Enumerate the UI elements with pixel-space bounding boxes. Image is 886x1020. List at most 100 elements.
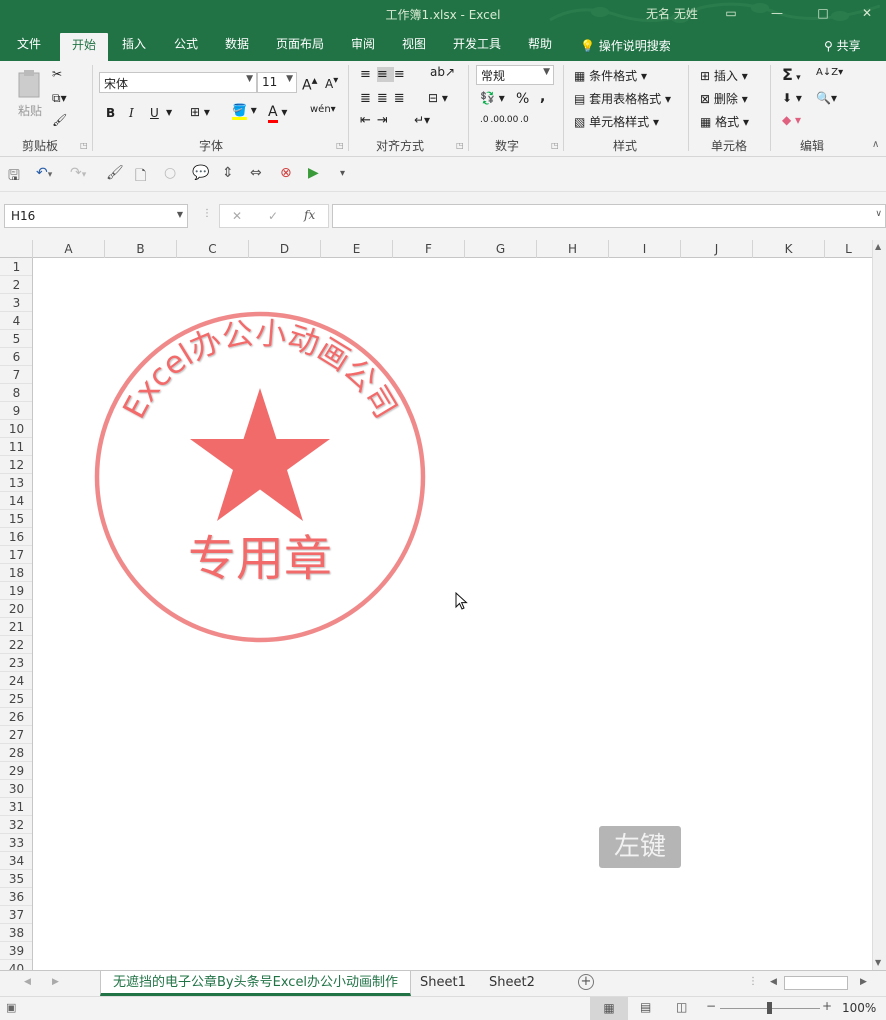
copy-icon[interactable]: ⧉▾ bbox=[52, 91, 67, 106]
row-header[interactable]: 8 bbox=[0, 384, 32, 402]
minimize-button[interactable]: — bbox=[766, 3, 788, 23]
sheet-tab-active[interactable]: 无遮挡的电子公章By头条号Excel办公小动画制作 bbox=[100, 971, 412, 996]
fill-color-button[interactable]: 🪣 ▾ bbox=[232, 103, 257, 120]
number-launcher-icon[interactable]: ◳ bbox=[551, 141, 559, 150]
row-header[interactable]: 17 bbox=[0, 546, 32, 564]
cancel-icon[interactable]: ✕ bbox=[232, 209, 242, 223]
comment-icon[interactable]: 💬 bbox=[192, 165, 209, 181]
font-name-combo[interactable]: 宋体 ▼ bbox=[99, 72, 257, 93]
orientation-icon[interactable]: ab↗ bbox=[430, 65, 455, 79]
column-header-j[interactable]: J bbox=[681, 240, 753, 258]
zoom-in-button[interactable]: + bbox=[822, 999, 832, 1013]
save-icon[interactable]: 🖫 bbox=[8, 165, 20, 189]
row-header[interactable]: 19 bbox=[0, 582, 32, 600]
row-header[interactable]: 18 bbox=[0, 564, 32, 582]
row-header[interactable]: 1 bbox=[0, 258, 32, 276]
column-header-a[interactable]: A bbox=[33, 240, 105, 258]
indent-icons[interactable]: ⇤⇥ bbox=[360, 113, 394, 128]
tab-data[interactable]: 数据 bbox=[217, 34, 257, 61]
decrease-decimal-button[interactable]: .00 .0 bbox=[504, 115, 529, 125]
worksheet-grid[interactable]: Excel办公小动画公司 专用章 bbox=[34, 258, 872, 970]
row-header[interactable]: 31 bbox=[0, 798, 32, 816]
row-header[interactable]: 35 bbox=[0, 870, 32, 888]
formula-input[interactable]: ∨ bbox=[332, 204, 886, 228]
expand-formula-icon[interactable]: ∨ bbox=[875, 209, 882, 219]
row-header[interactable]: 4 bbox=[0, 312, 32, 330]
user-name[interactable]: 无名 无姓 bbox=[646, 5, 698, 22]
row-header[interactable]: 12 bbox=[0, 456, 32, 474]
row-height-icon[interactable]: ⇕ bbox=[222, 165, 234, 181]
tab-page-layout[interactable]: 页面布局 bbox=[270, 34, 330, 61]
column-header-k[interactable]: K bbox=[753, 240, 825, 258]
new-sheet-button[interactable]: + bbox=[578, 974, 594, 990]
row-header[interactable]: 2 bbox=[0, 276, 32, 294]
row-header[interactable]: 21 bbox=[0, 618, 32, 636]
undo-icon[interactable]: ↶▾ bbox=[36, 165, 52, 181]
column-header-f[interactable]: F bbox=[393, 240, 465, 258]
row-header[interactable]: 7 bbox=[0, 366, 32, 384]
row-header[interactable]: 14 bbox=[0, 492, 32, 510]
font-size-combo[interactable]: 11 ▼ bbox=[257, 72, 297, 93]
horizontal-scrollbar-thumb[interactable] bbox=[784, 976, 848, 990]
wrap-text-icon[interactable]: ↵▾ bbox=[414, 113, 430, 127]
tab-review[interactable]: 审阅 bbox=[343, 34, 383, 61]
autosum-button[interactable]: Σ ▾ bbox=[782, 65, 801, 84]
insert-cells-button[interactable]: ⊞ 插入 ▾ bbox=[700, 67, 748, 84]
cut-icon[interactable]: ✂ bbox=[52, 67, 62, 81]
clear-icon[interactable]: ◆ ▾ bbox=[782, 113, 801, 127]
select-all-corner[interactable] bbox=[0, 240, 33, 258]
sheet-tab-sheet2[interactable]: Sheet2 bbox=[477, 971, 547, 996]
format-as-table-button[interactable]: ▤ 套用表格格式 ▾ bbox=[574, 90, 671, 107]
row-header[interactable]: 28 bbox=[0, 744, 32, 762]
row-header[interactable]: 10 bbox=[0, 420, 32, 438]
font-color-button[interactable]: A ▾ bbox=[268, 104, 287, 123]
column-header-b[interactable]: B bbox=[105, 240, 177, 258]
scroll-left-icon[interactable]: ◀ bbox=[770, 977, 777, 987]
format-painter-icon[interactable]: 🖌 bbox=[52, 113, 67, 127]
italic-button[interactable]: I bbox=[129, 106, 134, 120]
format-painter-icon[interactable]: 🖌 bbox=[106, 165, 124, 181]
row-header[interactable]: 34 bbox=[0, 852, 32, 870]
row-header[interactable]: 26 bbox=[0, 708, 32, 726]
increase-decimal-button[interactable]: .0 .00 bbox=[480, 115, 505, 125]
collapse-ribbon-icon[interactable]: ∧ bbox=[872, 139, 879, 150]
row-header[interactable]: 40 bbox=[0, 960, 32, 970]
currency-icon[interactable]: 💱 ▾ bbox=[480, 91, 505, 105]
paste-button[interactable]: 粘贴 bbox=[12, 69, 48, 129]
next-comment-icon[interactable]: ▶ bbox=[308, 165, 319, 181]
restore-button[interactable]: □ bbox=[812, 3, 834, 23]
row-header[interactable]: 38 bbox=[0, 924, 32, 942]
percent-button[interactable]: % bbox=[516, 91, 529, 107]
row-header[interactable]: 3 bbox=[0, 294, 32, 312]
tab-help[interactable]: 帮助 bbox=[520, 34, 560, 61]
row-header[interactable]: 36 bbox=[0, 888, 32, 906]
zoom-level[interactable]: 100% bbox=[842, 1001, 876, 1015]
row-header[interactable]: 24 bbox=[0, 672, 32, 690]
tab-formulas[interactable]: 公式 bbox=[166, 34, 206, 61]
redo-icon[interactable]: ↷▾ bbox=[70, 165, 86, 181]
row-header[interactable]: 39 bbox=[0, 942, 32, 960]
print-preview-icon[interactable]: 🗋 bbox=[135, 165, 146, 189]
column-header-e[interactable]: E bbox=[321, 240, 393, 258]
vertical-scrollbar[interactable]: ▲ ▼ bbox=[872, 240, 886, 970]
row-header[interactable]: 13 bbox=[0, 474, 32, 492]
row-header[interactable]: 6 bbox=[0, 348, 32, 366]
phonetic-guide-button[interactable]: wén▾ bbox=[310, 104, 336, 115]
sheet-tab-sheet1[interactable]: Sheet1 bbox=[408, 971, 478, 996]
row-header[interactable]: 5 bbox=[0, 330, 32, 348]
scroll-up-icon[interactable]: ▲ bbox=[875, 242, 881, 251]
zoom-out-button[interactable]: − bbox=[706, 999, 716, 1013]
shrink-font-button[interactable]: A▾ bbox=[325, 75, 338, 91]
scroll-tabs-right-icon[interactable]: ▶ bbox=[52, 977, 59, 987]
column-header-l[interactable]: L bbox=[825, 240, 872, 258]
scroll-tabs-left-icon[interactable]: ◀ bbox=[24, 977, 31, 987]
horizontal-align-icons[interactable]: ≣≣≣ bbox=[360, 91, 411, 106]
vertical-align-icons[interactable]: ≡≡≡ bbox=[360, 67, 411, 82]
column-width-icon[interactable]: ⇔ bbox=[250, 165, 262, 181]
borders-icon[interactable]: ⊞ ▾ bbox=[190, 105, 210, 119]
row-header[interactable]: 23 bbox=[0, 654, 32, 672]
number-format-combo[interactable]: 常规 ▼ bbox=[476, 65, 554, 85]
chevron-down-icon[interactable]: ▼ bbox=[166, 108, 172, 117]
scroll-down-icon[interactable]: ▼ bbox=[875, 958, 881, 967]
circle-icon[interactable]: ○ bbox=[164, 165, 176, 181]
